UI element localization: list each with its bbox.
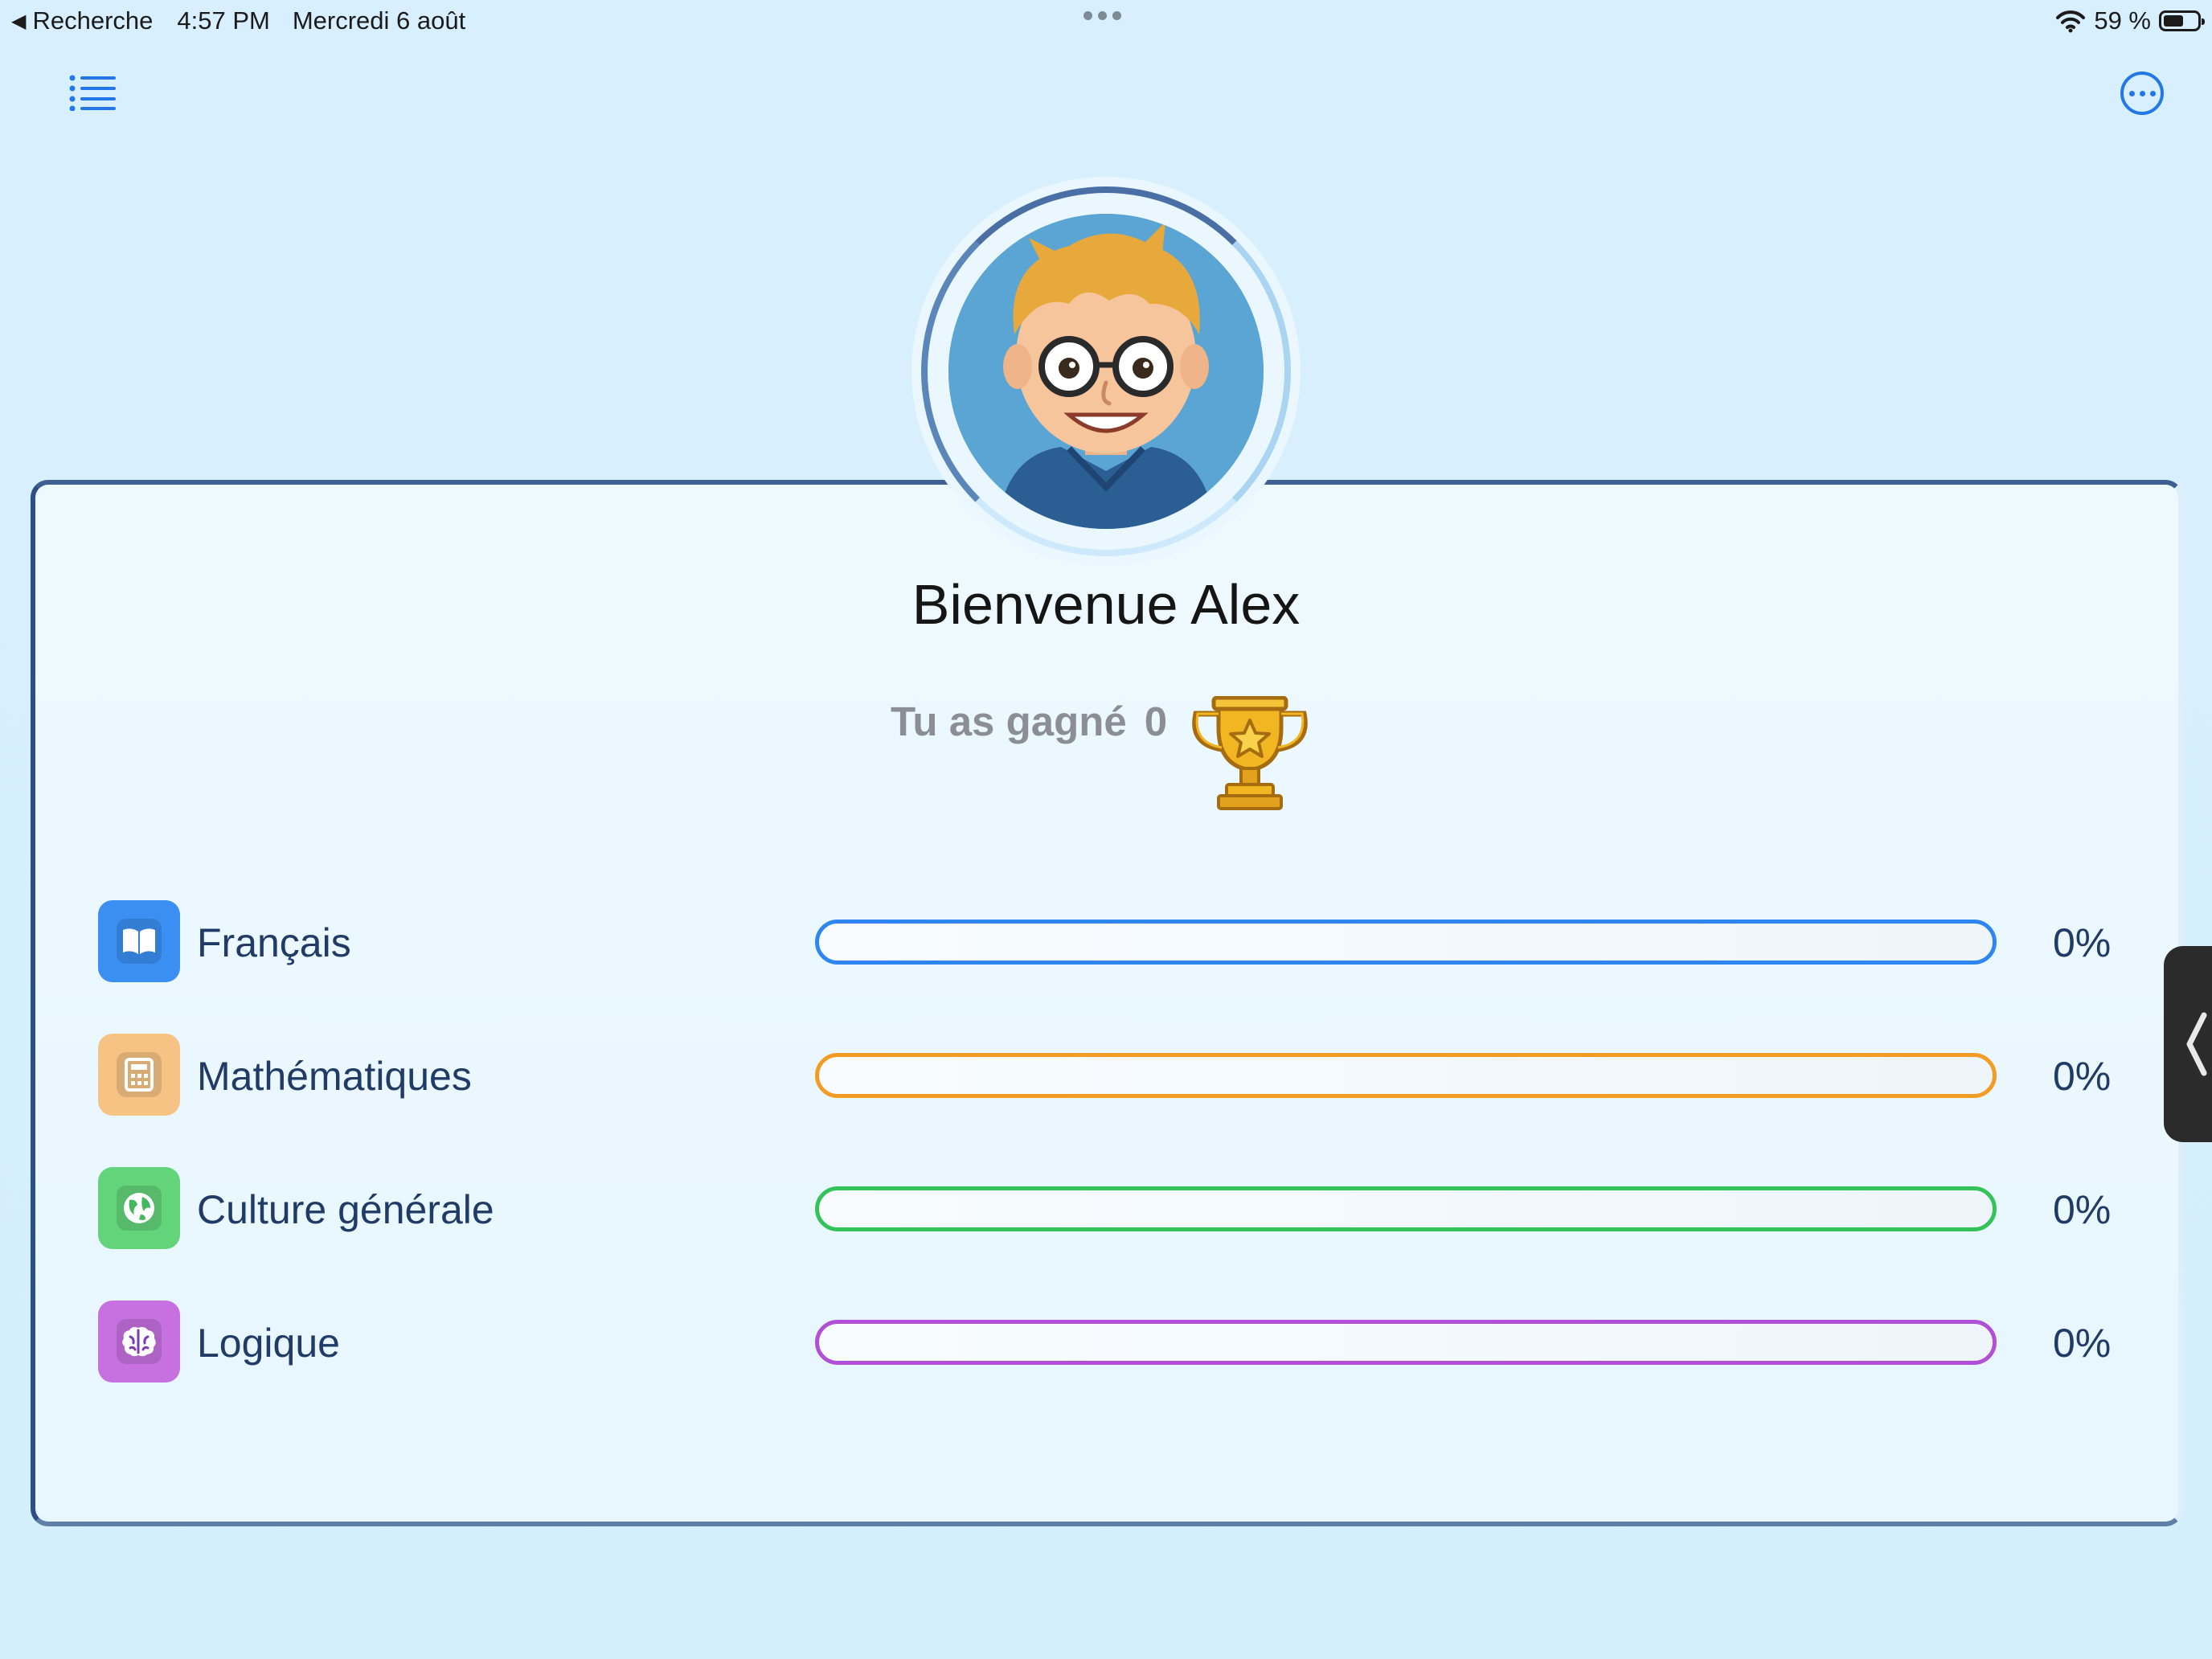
book-icon — [123, 928, 155, 954]
avatar-illustration — [948, 214, 1264, 529]
progress-percent: 0% — [2053, 920, 2112, 965]
ellipsis-circle-icon[interactable] — [2120, 72, 2164, 115]
progress-percent: 0% — [2053, 1187, 2112, 1232]
brain-icon — [122, 1327, 156, 1357]
subject-name: Français — [197, 920, 351, 965]
wifi-icon — [2056, 10, 2086, 33]
progress-percent: 0% — [2053, 1321, 2112, 1366]
calculator-icon — [125, 1058, 154, 1092]
back-to-search-link[interactable]: Recherche — [32, 6, 153, 35]
progress-bar — [815, 1320, 1997, 1365]
list-icon[interactable] — [69, 74, 116, 111]
subject-icon-tile — [98, 1034, 180, 1116]
status-date: Mercredi 6 août — [292, 6, 466, 35]
progress-bar — [815, 920, 1997, 965]
progress-bar — [815, 1186, 1997, 1231]
chevron-left-icon — [2186, 1012, 2207, 1076]
subject-row-logique[interactable]: Logique 0% — [0, 1301, 2212, 1384]
subject-row-francais[interactable]: Français 0% — [0, 900, 2212, 984]
welcome-title: Bienvenue Alex — [911, 573, 1301, 636]
points-summary: Tu as gagné 0 — [891, 698, 1167, 745]
subject-icon-tile — [98, 1167, 180, 1249]
side-panel-handle[interactable] — [2164, 946, 2212, 1142]
battery-icon — [2159, 10, 2205, 31]
points-label: Tu as gagné — [891, 698, 1127, 744]
subject-row-culture-generale[interactable]: Culture générale 0% — [0, 1167, 2212, 1251]
subject-icon-tile — [98, 1301, 180, 1382]
subject-row-mathematiques[interactable]: Mathématiques 0% — [0, 1034, 2212, 1117]
subject-name: Culture générale — [197, 1187, 494, 1232]
subject-name: Logique — [197, 1321, 340, 1366]
subject-name: Mathématiques — [197, 1054, 472, 1099]
progress-bar — [815, 1053, 1997, 1098]
status-time: 4:57 PM — [177, 6, 270, 35]
avatar[interactable] — [911, 177, 1301, 566]
battery-percent: 59 % — [2094, 6, 2151, 35]
multitasking-dots[interactable] — [1083, 11, 1121, 20]
globe-icon — [124, 1193, 154, 1223]
trophy-icon — [1192, 696, 1308, 810]
subject-icon-tile — [98, 900, 180, 982]
back-arrow-icon[interactable]: ◀ — [11, 10, 26, 33]
status-bar: ◀ Recherche 4:57 PM Mercredi 6 août 59 % — [0, 0, 2212, 42]
points-value: 0 — [1144, 698, 1168, 744]
progress-percent: 0% — [2053, 1054, 2112, 1099]
